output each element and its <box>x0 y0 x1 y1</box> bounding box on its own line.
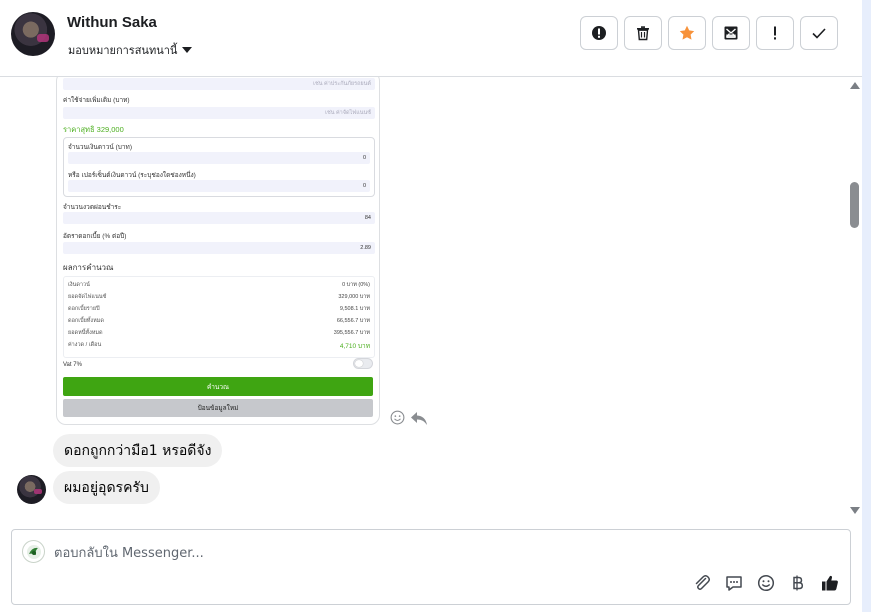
calculate-button: คำนวณ <box>63 377 373 396</box>
follow-up-button[interactable] <box>756 16 794 50</box>
result-label: ดอกเบี้ยรายปี <box>68 306 100 312</box>
result-row: ยอดจัดไฟแนนซ์ 329,000 บาท <box>68 293 370 301</box>
delete-button[interactable] <box>624 16 662 50</box>
mark-unread-button[interactable] <box>712 16 750 50</box>
attachment-button[interactable] <box>692 573 711 592</box>
assign-label: มอบหมายการสนทนานี้ <box>68 45 178 57</box>
saved-reply-icon <box>725 575 742 591</box>
result-row: ดอกเบี้ยทั้งหมด 66,556.7 บาท <box>68 317 370 325</box>
user-avatar[interactable] <box>11 12 55 56</box>
user-name[interactable]: Withun Saka <box>67 14 157 31</box>
assign-conversation-dropdown[interactable]: มอบหมายการสนทนานี้ <box>68 41 193 59</box>
reset-button: ป้อนข้อมูลใหม่ <box>63 399 373 417</box>
extra-cost-field: เช่น ค่าจัดไฟแนนซ์ <box>63 107 375 119</box>
vat-toggle <box>353 358 373 369</box>
mark-spam-button[interactable] <box>580 16 618 50</box>
installments-field: 84 <box>63 212 375 224</box>
done-button[interactable] <box>800 16 838 50</box>
emoji-icon <box>757 574 774 591</box>
result-row: เงินดาวน์ 0 บาท (0%) <box>68 281 370 289</box>
star-icon <box>679 25 695 40</box>
trash-icon <box>637 26 649 41</box>
star-button[interactable] <box>668 16 706 50</box>
right-edge-strip <box>862 0 871 612</box>
result-value: 9,508.1 บาท <box>339 306 370 312</box>
net-price: ราคาสุทธิ 329,000 <box>63 125 124 134</box>
reply-icon[interactable] <box>410 410 428 426</box>
result-label: ค่างวด / เดือน <box>68 342 102 348</box>
result-value: 66,556.7 บาท <box>336 318 370 324</box>
page-logo-icon <box>26 544 41 559</box>
results-title: ผลการคำนวณ <box>63 263 114 272</box>
interest-label: อัตราดอกเบี้ย (% ต่อปี) <box>63 233 127 240</box>
like-button[interactable] <box>820 573 839 592</box>
result-label: ดอกเบี้ยทั้งหมด <box>68 318 104 324</box>
emoji-button[interactable] <box>756 573 775 592</box>
interest-field: 2.89 <box>63 242 375 254</box>
check-icon <box>812 28 826 39</box>
payment-button[interactable] <box>788 573 807 592</box>
message-thread[interactable]: เช่น ค่าประกันภัยรถยนต์ ค่าใช้จ่ายเพิ่มเ… <box>0 77 862 518</box>
vat-label: Vat 7% <box>63 362 82 368</box>
caret-down-icon <box>182 47 193 53</box>
result-value: 4,710 บาท <box>339 343 370 350</box>
page-avatar <box>22 540 45 563</box>
react-emoji-icon[interactable] <box>390 410 405 425</box>
down-label: จำนวนเงินดาวน์ (บาท) <box>68 144 132 151</box>
message-bubble[interactable]: ผมอยู่อุดรครับ <box>53 471 160 504</box>
down-field: 0 <box>68 152 370 164</box>
result-value: 0 บาท (0%) <box>342 282 370 288</box>
result-value: 395,556.7 บาท <box>333 330 370 336</box>
down-pct-label: หรือ เปอร์เซ็นต์เงินดาวน์ (ระบุช่องใดช่อ… <box>68 172 196 179</box>
reply-composer <box>11 529 851 605</box>
result-value: 329,000 บาท <box>338 294 370 300</box>
result-row: ดอกเบี้ยรายปี 9,508.1 บาท <box>68 305 370 313</box>
result-label: ยอดหนี้ทั้งหมด <box>68 330 103 336</box>
alert-circle-icon <box>592 26 606 40</box>
installments-label: จำนวนงวดผ่อนชำระ <box>63 204 122 211</box>
sender-avatar[interactable] <box>17 475 46 504</box>
saved-reply-button[interactable] <box>724 573 743 592</box>
extra-cost-label: ค่าใช้จ่ายเพิ่มเติม (บาท) <box>63 97 130 104</box>
baht-icon <box>792 575 803 590</box>
action-toolbar <box>580 16 838 50</box>
down-pct-field: 0 <box>68 180 370 192</box>
result-label: เงินดาวน์ <box>68 282 90 288</box>
result-row-monthly: ค่างวด / เดือน 4,710 บาท <box>68 341 370 351</box>
results-box: เงินดาวน์ 0 บาท (0%) ยอดจัดไฟแนนซ์ 329,000… <box>63 276 375 358</box>
calculator-screenshot-image[interactable]: เช่น ค่าประกันภัยรถยนต์ ค่าใช้จ่ายเพิ่มเ… <box>56 77 380 425</box>
conversation-header: Withun Saka มอบหมายการสนทนานี้ <box>0 0 862 77</box>
message-bubble[interactable]: ดอกถูกกว่ามือ1 หรอดีจัง <box>53 434 223 467</box>
envelope-icon <box>724 26 738 40</box>
like-icon <box>821 575 838 590</box>
attachment-icon <box>695 574 710 590</box>
composer-tools <box>692 573 839 592</box>
exclamation-icon <box>774 26 776 40</box>
down-payment-group: จำนวนเงินดาวน์ (บาท) 0 หรือ เปอร์เซ็นต์เ… <box>63 137 375 197</box>
message-input[interactable] <box>54 542 654 564</box>
result-label: ยอดจัดไฟแนนซ์ <box>68 294 107 300</box>
top-field: เช่น ค่าประกันภัยรถยนต์ <box>63 78 375 90</box>
result-row: ยอดหนี้ทั้งหมด 395,556.7 บาท <box>68 329 370 337</box>
